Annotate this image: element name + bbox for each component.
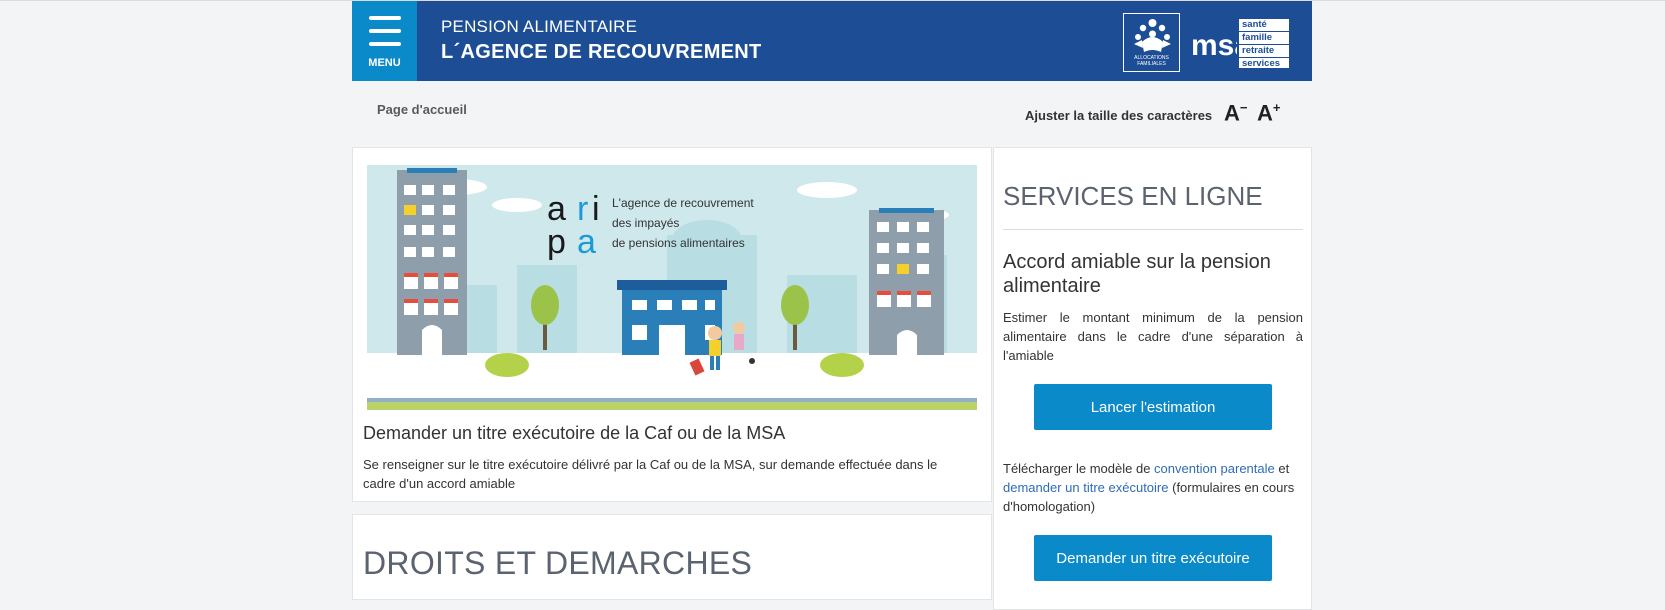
header-title-line2[interactable]: L´AGENCE DE RECOUVREMENT xyxy=(441,41,762,64)
site-header: MENU PENSION ALIMENTAIRE L´AGENCE DE REC… xyxy=(352,1,1312,81)
droits-demarches-title: DROITS ET DEMARCHES xyxy=(363,545,753,581)
accord-amiable-title: Accord amiable sur la pension alimentair… xyxy=(1003,251,1271,297)
request-titre-button[interactable]: Demander un titre exécutoire xyxy=(1034,535,1272,581)
font-size-label: Ajuster la taille des caractères xyxy=(1025,108,1213,123)
demander-titre-link[interactable]: demander un titre exécutoire xyxy=(1003,480,1168,495)
hamburger-icon xyxy=(369,16,401,20)
aripa-banner-image[interactable]: a r i p a L'agence de recouvrement des i… xyxy=(367,165,977,410)
launch-estimate-button[interactable]: Lancer l'estimation xyxy=(1034,384,1272,430)
services-panel: SERVICES EN LIGNE Accord amiable sur la … xyxy=(993,147,1312,610)
svg-text:de pensions alimentaires: de pensions alimentaires xyxy=(612,236,745,250)
caf-logo-text: ALLOCATIONS FAMILIALES xyxy=(1134,55,1169,67)
svg-text:msa: msa xyxy=(1191,29,1237,62)
menu-label: MENU xyxy=(368,57,401,69)
svg-text:L'agence de recouvrement: L'agence de recouvrement xyxy=(612,196,754,210)
header-title-line1[interactable]: PENSION ALIMENTAIRE xyxy=(441,17,637,37)
msa-mark-icon: msa xyxy=(1191,29,1237,62)
breadcrumb-home[interactable]: Page d'accueil xyxy=(377,102,467,117)
font-decrease-button[interactable]: A− xyxy=(1224,100,1247,126)
msa-tagline-box: santé famille retraite services xyxy=(1239,19,1289,69)
caf-emblem-icon xyxy=(1134,19,1171,52)
svg-text:p: p xyxy=(547,223,566,261)
caf-logo[interactable]: ALLOCATIONS FAMILIALES xyxy=(1123,13,1180,72)
titre-executoire-description: Se renseigner sur le titre exécutoire dé… xyxy=(363,457,938,491)
titre-executoire-card[interactable]: a r i p a L'agence de recouvrement des i… xyxy=(352,147,992,502)
droits-demarches-card: DROITS ET DEMARCHES xyxy=(352,514,992,600)
msa-logo[interactable]: msa santé famille retraite services xyxy=(1189,17,1289,69)
services-title: SERVICES EN LIGNE xyxy=(1003,181,1263,211)
svg-text:des impayés: des impayés xyxy=(612,216,679,230)
accord-amiable-description: Estimer le montant minimum de la pension… xyxy=(1003,310,1303,363)
titre-executoire-title[interactable]: Demander un titre exécutoire de la Caf o… xyxy=(363,423,785,444)
menu-button[interactable]: MENU xyxy=(352,1,417,81)
divider xyxy=(1003,229,1303,230)
convention-parentale-link[interactable]: convention parentale xyxy=(1154,461,1275,476)
svg-text:a: a xyxy=(577,223,596,261)
font-increase-button[interactable]: A+ xyxy=(1257,100,1280,126)
download-text: Télécharger le modèle de convention pare… xyxy=(1003,461,1295,514)
